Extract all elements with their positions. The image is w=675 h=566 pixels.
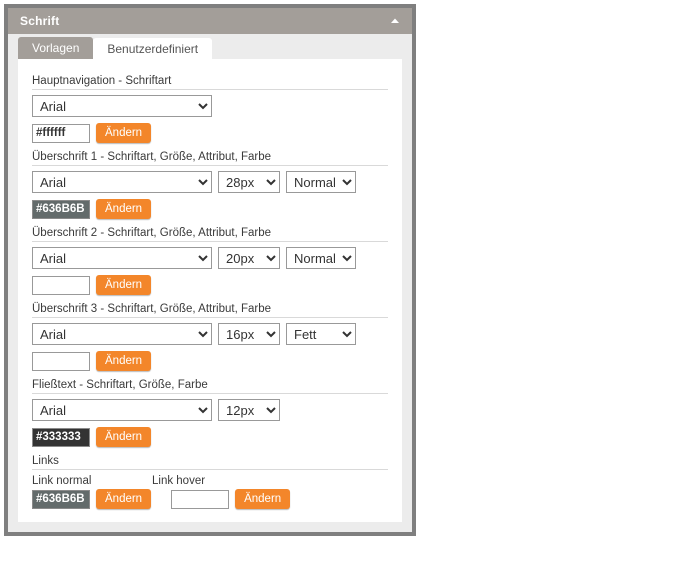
schrift-panel-inner: Schrift Vorlagen Benutzerdefiniert Haupt… bbox=[8, 8, 412, 532]
section-ueberschrift-3-controls: Arial 16px Fett bbox=[32, 323, 388, 345]
link-hover-aendern-button[interactable]: Ändern bbox=[235, 489, 291, 509]
fliesstext-aendern-button[interactable]: Ändern bbox=[96, 427, 152, 447]
section-ueberschrift-2-controls: Arial 20px Normal bbox=[32, 247, 388, 269]
chevron-up-icon[interactable] bbox=[388, 14, 402, 28]
panel-title: Schrift bbox=[20, 14, 60, 28]
section-ueberschrift-2: Überschrift 2 - Schriftart, Größe, Attri… bbox=[32, 227, 388, 295]
tab-benutzerdefiniert-label: Benutzerdefiniert bbox=[107, 42, 199, 56]
section-ueberschrift-1-color-row: Ändern bbox=[32, 199, 388, 219]
tab-vorlagen[interactable]: Vorlagen bbox=[18, 37, 94, 59]
ueberschrift-3-aendern-button[interactable]: Ändern bbox=[96, 351, 152, 371]
ueberschrift-1-color-input[interactable] bbox=[32, 199, 90, 219]
section-ueberschrift-3-label: Überschrift 3 - Schriftart, Größe, Attri… bbox=[32, 303, 388, 318]
section-ueberschrift-3: Überschrift 3 - Schriftart, Größe, Attri… bbox=[32, 303, 388, 371]
ueberschrift-1-size-select[interactable]: 28px bbox=[218, 171, 280, 193]
link-normal-color-input[interactable] bbox=[32, 489, 90, 509]
link-hover-color-input[interactable] bbox=[171, 489, 230, 509]
ueberschrift-2-aendern-button[interactable]: Ändern bbox=[96, 275, 152, 295]
section-ueberschrift-1-label: Überschrift 1 - Schriftart, Größe, Attri… bbox=[32, 151, 388, 166]
schrift-panel: Schrift Vorlagen Benutzerdefiniert Haupt… bbox=[4, 4, 416, 536]
section-hauptnavigation-color-row: Ändern bbox=[32, 123, 388, 143]
ueberschrift-1-font-select[interactable]: Arial bbox=[32, 171, 212, 193]
section-ueberschrift-2-label: Überschrift 2 - Schriftart, Größe, Attri… bbox=[32, 227, 388, 242]
section-links: Links Link normal Link hover Ändern Ände… bbox=[32, 455, 388, 509]
settings-card: Hauptnavigation - Schriftart Arial Änder… bbox=[18, 59, 402, 522]
ueberschrift-2-attribute-select[interactable]: Normal bbox=[286, 247, 356, 269]
section-ueberschrift-3-color-row: Ändern bbox=[32, 351, 388, 371]
link-normal-aendern-button[interactable]: Ändern bbox=[96, 489, 152, 509]
ueberschrift-2-size-select[interactable]: 20px bbox=[218, 247, 280, 269]
ueberschrift-3-font-select[interactable]: Arial bbox=[32, 323, 212, 345]
ueberschrift-3-size-select[interactable]: 16px bbox=[218, 323, 280, 345]
fliesstext-size-select[interactable]: 12px bbox=[218, 399, 280, 421]
ueberschrift-3-color-input[interactable] bbox=[32, 351, 90, 371]
links-controls: Ändern Ändern bbox=[32, 489, 388, 509]
section-fliesstext-color-row: Ändern bbox=[32, 427, 388, 447]
fliesstext-color-input[interactable] bbox=[32, 427, 90, 447]
section-hauptnavigation-controls: Arial bbox=[32, 95, 388, 117]
tab-vorlagen-label: Vorlagen bbox=[32, 41, 80, 55]
section-fliesstext-label: Fließtext - Schriftart, Größe, Farbe bbox=[32, 379, 388, 394]
ueberschrift-1-attribute-select[interactable]: Normal bbox=[286, 171, 356, 193]
section-hauptnavigation-label: Hauptnavigation - Schriftart bbox=[32, 75, 388, 90]
link-normal-label: Link normal bbox=[32, 475, 92, 487]
panel-titlebar: Schrift bbox=[8, 8, 412, 34]
section-links-label: Links bbox=[32, 455, 388, 470]
section-ueberschrift-2-color-row: Ändern bbox=[32, 275, 388, 295]
section-fliesstext-controls: Arial 12px bbox=[32, 399, 388, 421]
tabstrip: Vorlagen Benutzerdefiniert bbox=[8, 34, 412, 60]
hauptnavigation-color-input[interactable] bbox=[32, 123, 90, 143]
link-hover-label: Link hover bbox=[152, 475, 206, 487]
section-hauptnavigation: Hauptnavigation - Schriftart Arial Änder… bbox=[32, 75, 388, 143]
ueberschrift-2-font-select[interactable]: Arial bbox=[32, 247, 212, 269]
section-ueberschrift-1: Überschrift 1 - Schriftart, Größe, Attri… bbox=[32, 151, 388, 219]
section-fliesstext: Fließtext - Schriftart, Größe, Farbe Ari… bbox=[32, 379, 388, 447]
section-ueberschrift-1-controls: Arial 28px Normal bbox=[32, 171, 388, 193]
tab-benutzerdefiniert[interactable]: Benutzerdefiniert bbox=[93, 38, 213, 60]
hauptnavigation-aendern-button[interactable]: Ändern bbox=[96, 123, 152, 143]
links-sublabels: Link normal Link hover bbox=[32, 475, 388, 487]
hauptnavigation-font-select[interactable]: Arial bbox=[32, 95, 212, 117]
fliesstext-font-select[interactable]: Arial bbox=[32, 399, 212, 421]
ueberschrift-3-attribute-select[interactable]: Fett bbox=[286, 323, 356, 345]
ueberschrift-2-color-input[interactable] bbox=[32, 275, 90, 295]
ueberschrift-1-aendern-button[interactable]: Ändern bbox=[96, 199, 152, 219]
